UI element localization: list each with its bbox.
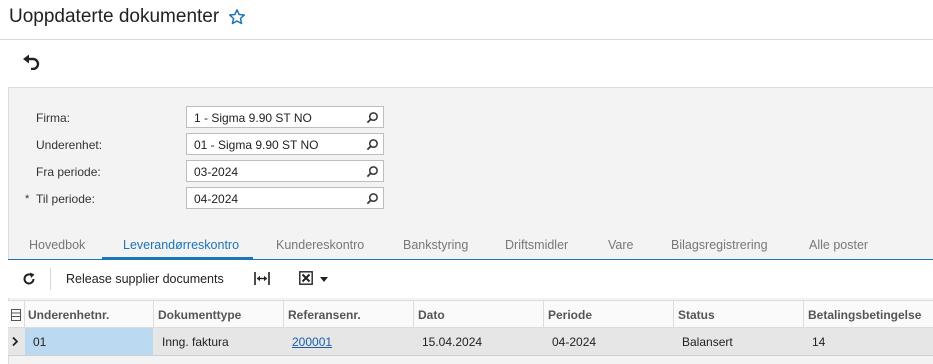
tab-bankstyring[interactable]: Bankstyring bbox=[403, 238, 468, 252]
page-title: Uoppdaterte dokumenter bbox=[9, 6, 220, 27]
tab-vare[interactable]: Vare bbox=[608, 238, 633, 252]
toolbar-separator bbox=[50, 268, 51, 290]
cell-underenhetnr[interactable]: 01 bbox=[33, 335, 46, 349]
documents-grid: Underenhetnr. Dokumenttype Referansenr. … bbox=[8, 300, 933, 363]
firma-value: 1 - Sigma 9.90 ST NO bbox=[194, 111, 312, 125]
undo-icon[interactable] bbox=[22, 54, 42, 70]
tab-driftsmidler[interactable]: Driftsmidler bbox=[505, 238, 568, 252]
title-bar: Uoppdaterte dokumenter bbox=[0, 0, 933, 40]
fra-periode-input[interactable]: 03-2024 bbox=[186, 160, 384, 182]
search-icon[interactable] bbox=[366, 138, 379, 151]
required-mark: * bbox=[25, 193, 30, 205]
filter-label-fra-periode: Fra periode: bbox=[36, 165, 101, 179]
firma-input[interactable]: 1 - Sigma 9.90 ST NO bbox=[186, 106, 384, 128]
release-supplier-documents-button[interactable]: Release supplier documents bbox=[66, 272, 224, 286]
cell-dato[interactable]: 15.04.2024 bbox=[422, 335, 482, 349]
refresh-icon[interactable] bbox=[22, 272, 36, 286]
column-separator bbox=[803, 301, 804, 329]
filter-label-underenhet: Underenhet: bbox=[36, 138, 103, 152]
cell-status[interactable]: Balansert bbox=[682, 335, 733, 349]
fra-periode-value: 03-2024 bbox=[194, 165, 239, 179]
til-periode-input[interactable]: 04-2024 bbox=[186, 187, 384, 209]
cell-dokumenttype[interactable]: Inng. faktura bbox=[162, 335, 229, 349]
excel-export-icon[interactable] bbox=[299, 271, 313, 285]
cell-betalingsbetingelse[interactable]: 14 bbox=[812, 335, 825, 349]
caret-down-icon[interactable] bbox=[320, 277, 328, 282]
col-dokumenttype[interactable]: Dokumenttype bbox=[158, 308, 241, 322]
tab-leverandorreskontro[interactable]: Leverandørreskontro bbox=[123, 238, 239, 252]
column-separator bbox=[283, 301, 284, 329]
column-separator bbox=[543, 301, 544, 329]
col-referansenr[interactable]: Referansenr. bbox=[288, 308, 361, 322]
col-dato[interactable]: Dato bbox=[418, 308, 445, 322]
grid-header: Underenhetnr. Dokumenttype Referansenr. … bbox=[8, 300, 933, 329]
cell-referansenr-link[interactable]: 200001 bbox=[292, 335, 332, 349]
underenhet-input[interactable]: 01 - Sigma 9.90 ST NO bbox=[186, 133, 384, 155]
col-periode[interactable]: Periode bbox=[548, 308, 592, 322]
star-icon[interactable] bbox=[228, 8, 246, 26]
filter-label-firma: Firma: bbox=[36, 111, 70, 125]
column-separator bbox=[24, 301, 25, 329]
search-icon[interactable] bbox=[366, 192, 379, 205]
cell-periode[interactable]: 04-2024 bbox=[552, 335, 596, 349]
underenhet-value: 01 - Sigma 9.90 ST NO bbox=[194, 138, 319, 152]
filter-label-til-periode: Til periode: bbox=[36, 192, 95, 206]
tab-alle-poster[interactable]: Alle poster bbox=[809, 238, 868, 252]
til-periode-value: 04-2024 bbox=[194, 192, 239, 206]
fit-columns-icon[interactable] bbox=[254, 272, 270, 285]
column-settings-icon[interactable] bbox=[11, 309, 21, 321]
tab-bilagsregistrering[interactable]: Bilagsregistrering bbox=[671, 238, 768, 252]
search-icon[interactable] bbox=[366, 111, 379, 124]
col-underenhetnr[interactable]: Underenhetnr. bbox=[28, 308, 109, 322]
row-selector-icon[interactable] bbox=[12, 337, 18, 346]
tab-kundereskontro[interactable]: Kundereskontro bbox=[276, 238, 364, 252]
search-icon[interactable] bbox=[366, 165, 379, 178]
column-separator bbox=[153, 301, 154, 329]
column-separator bbox=[673, 301, 674, 329]
table-row[interactable]: 01 Inng. faktura 200001 15.04.2024 04-20… bbox=[8, 328, 933, 356]
col-status[interactable]: Status bbox=[678, 308, 715, 322]
column-separator bbox=[413, 301, 414, 329]
tab-hovedbok[interactable]: Hovedbok bbox=[29, 238, 85, 252]
col-betalingsbetingelse[interactable]: Betalingsbetingelse bbox=[808, 308, 921, 322]
